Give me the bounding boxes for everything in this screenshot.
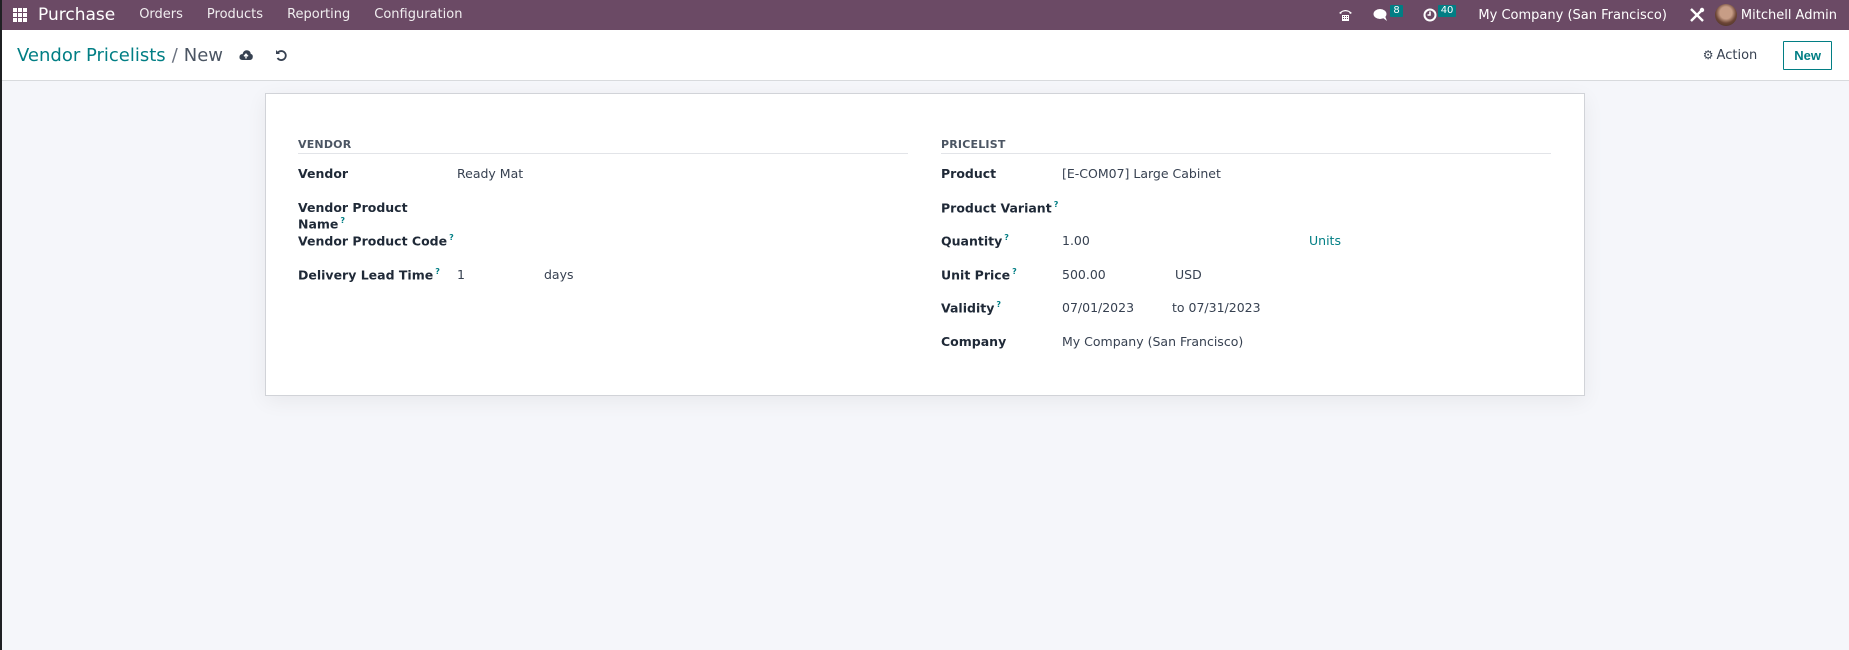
- uom-link[interactable]: Units: [1309, 233, 1341, 248]
- product-variant-label: Product Variant: [941, 199, 1052, 215]
- phone-icon: [1339, 10, 1353, 21]
- company-switcher[interactable]: My Company (San Francisco): [1466, 8, 1678, 23]
- save-button[interactable]: [239, 49, 253, 61]
- window-edge: [0, 0, 2, 650]
- field-product: Product [E-COM07] Large Cabinet: [941, 166, 1551, 200]
- undo-icon: [276, 49, 287, 61]
- apps-menu-button[interactable]: [0, 0, 40, 30]
- field-quantity: Quantity? 1.00 Units: [941, 233, 1551, 267]
- activities-button[interactable]: 40: [1413, 0, 1467, 30]
- help-tooltip-icon[interactable]: ?: [1004, 233, 1009, 242]
- field-validity: Validity? 07/01/2023 to 07/31/2023: [941, 300, 1551, 334]
- help-tooltip-icon[interactable]: ?: [996, 300, 1001, 309]
- product-input[interactable]: [E-COM07] Large Cabinet: [1062, 166, 1221, 181]
- date-start-input[interactable]: 07/01/2023: [1062, 300, 1172, 315]
- vendor-label: Vendor: [298, 166, 349, 181]
- help-tooltip-icon[interactable]: ?: [1012, 267, 1017, 276]
- field-vendor-product-name: Vendor Product Name?: [298, 200, 908, 234]
- vendor-product-code-label: Vendor Product Code: [298, 233, 448, 249]
- help-tooltip-icon[interactable]: ?: [340, 216, 345, 225]
- unit-price-input[interactable]: 500.00: [1062, 267, 1175, 282]
- breadcrumb-separator: /: [171, 44, 178, 66]
- product-label: Product: [941, 166, 997, 181]
- debug-button[interactable]: [1679, 0, 1715, 30]
- activities-count-badge: 40: [1437, 5, 1457, 17]
- new-button[interactable]: New: [1783, 40, 1832, 70]
- control-panel: Vendor Pricelists / New ⚙ Action New: [0, 30, 1849, 81]
- delivery-lead-time-label: Delivery Lead Time: [298, 266, 434, 282]
- action-menu-button[interactable]: ⚙ Action: [1703, 48, 1757, 63]
- vendor-product-name-input[interactable]: [457, 200, 857, 218]
- menu-reporting[interactable]: Reporting: [275, 0, 362, 30]
- field-delivery-lead-time: Delivery Lead Time? 1 days: [298, 267, 908, 301]
- menu-configuration[interactable]: Configuration: [362, 0, 474, 30]
- action-label: Action: [1716, 47, 1758, 63]
- currency-input[interactable]: USD: [1175, 267, 1202, 282]
- tools-icon: [1690, 7, 1705, 22]
- vendor-group: VENDOR Vendor Ready Mat Vendor Product N…: [298, 138, 908, 300]
- menu-products[interactable]: Products: [195, 0, 275, 30]
- vendor-input[interactable]: Ready Mat: [457, 166, 523, 181]
- grid-icon: [13, 8, 27, 22]
- breadcrumb: Vendor Pricelists / New: [17, 45, 223, 66]
- messages-count-badge: 8: [1390, 5, 1403, 17]
- pricelist-group-title: PRICELIST: [941, 138, 1551, 154]
- clock-icon: [1423, 8, 1437, 22]
- cloud-upload-icon: [239, 50, 253, 60]
- messages-button[interactable]: 8: [1363, 0, 1412, 30]
- chat-icon: [1373, 9, 1388, 21]
- form-sheet: VENDOR Vendor Ready Mat Vendor Product N…: [265, 93, 1585, 396]
- field-vendor: Vendor Ready Mat: [298, 166, 908, 200]
- pricelist-group: PRICELIST Product [E-COM07] Large Cabine…: [941, 138, 1551, 367]
- user-name: Mitchell Admin: [1740, 7, 1837, 23]
- main-menu: Orders Products Reporting Configuration: [127, 0, 474, 30]
- breadcrumb-current: New: [183, 44, 224, 66]
- date-end-input[interactable]: to 07/31/2023: [1172, 300, 1261, 315]
- vendor-product-code-input[interactable]: [457, 233, 857, 251]
- company-label: Company: [941, 333, 1007, 349]
- control-panel-actions: ⚙ Action New: [1703, 40, 1832, 70]
- phone-button[interactable]: [1328, 0, 1363, 30]
- breadcrumb-vendor-pricelists[interactable]: Vendor Pricelists: [17, 45, 166, 66]
- avatar: [1714, 4, 1737, 26]
- unit-price-label: Unit Price: [941, 266, 1011, 282]
- field-company: Company My Company (San Francisco): [941, 334, 1551, 368]
- vendor-product-name-label: Vendor Product Name: [298, 199, 408, 231]
- product-variant-input[interactable]: [1062, 200, 1462, 218]
- app-name[interactable]: Purchase: [38, 5, 115, 25]
- user-menu[interactable]: Mitchell Admin: [1714, 4, 1837, 26]
- field-vendor-product-code: Vendor Product Code?: [298, 233, 908, 267]
- menu-orders[interactable]: Orders: [127, 0, 195, 30]
- help-tooltip-icon[interactable]: ?: [449, 233, 454, 242]
- quantity-label: Quantity: [941, 233, 1003, 249]
- validity-label: Validity: [941, 300, 995, 316]
- field-product-variant: Product Variant?: [941, 200, 1551, 234]
- help-tooltip-icon[interactable]: ?: [1054, 200, 1059, 209]
- help-tooltip-icon[interactable]: ?: [435, 267, 440, 276]
- delivery-lead-time-unit: days: [544, 266, 574, 282]
- company-input[interactable]: My Company (San Francisco): [1062, 334, 1243, 349]
- quantity-input[interactable]: 1.00: [1062, 233, 1309, 248]
- systray: 8 40 My Company (San Francisco) Mitchell…: [1328, 0, 1849, 30]
- top-navbar: Purchase Orders Products Reporting Confi…: [0, 0, 1849, 30]
- vendor-group-title: VENDOR: [298, 138, 908, 154]
- discard-button[interactable]: [275, 49, 288, 62]
- field-unit-price: Unit Price? 500.00 USD: [941, 267, 1551, 301]
- delivery-lead-time-input[interactable]: 1: [457, 267, 544, 282]
- gear-icon: ⚙: [1702, 48, 1714, 62]
